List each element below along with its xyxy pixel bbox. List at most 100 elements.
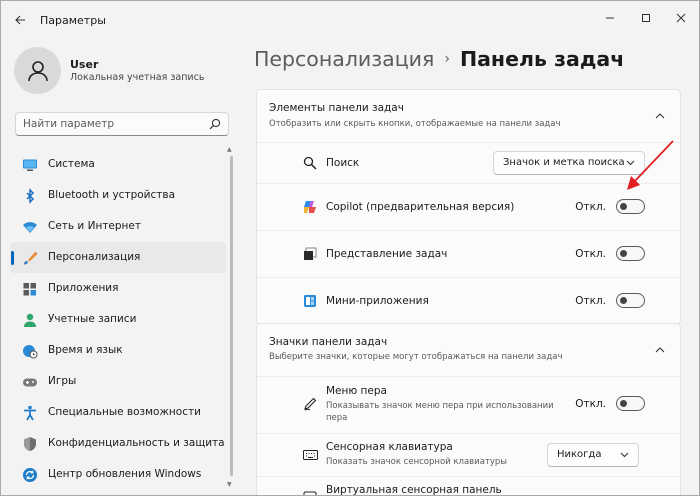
taskbar-icons-section: Значки панели задач Выберите значки, кот… (256, 323, 681, 496)
search-row: Поиск Значок и метка поиска (257, 143, 680, 184)
pen-menu-row: Меню пера Показывать значок меню пера пр… (257, 377, 680, 434)
search-placeholder: Найти параметр (23, 118, 114, 130)
sidebar-item-accessibility[interactable]: Специальные возможности (10, 397, 226, 428)
sidebar-item-privacy[interactable]: Конфиденциальность и защита (10, 428, 226, 459)
search-icon (302, 155, 318, 171)
pen-menu-toggle[interactable] (616, 396, 645, 411)
sidebar-item-accounts[interactable]: Учетные записи (10, 304, 226, 335)
sidebar-item-label: Персонализация (48, 251, 141, 263)
task-view-toggle[interactable] (616, 246, 645, 261)
update-icon (23, 468, 37, 482)
window-title: Параметры (40, 14, 106, 27)
globe-clock-icon (23, 345, 38, 359)
pen-icon (302, 396, 318, 412)
profile-account-type: Локальная учетная запись (70, 72, 205, 83)
row-label: Меню пера (326, 385, 387, 397)
dropdown-value: Значок и метка поиска (503, 157, 625, 168)
dropdown-value: Никогда (557, 449, 602, 460)
taskbar-items-section: Элементы панели задач Отобразить или скр… (256, 89, 681, 325)
chevron-up-icon[interactable] (655, 111, 665, 121)
taskbar-items-header[interactable]: Элементы панели задач Отобразить или скр… (257, 90, 680, 143)
row-label: Поиск (326, 157, 360, 169)
copilot-icon (302, 199, 318, 215)
row-label: Сенсорная клавиатура (326, 441, 453, 453)
maximize-button[interactable] (634, 7, 658, 29)
avatar[interactable] (14, 47, 61, 94)
chevron-down-icon (620, 452, 629, 458)
toggle-state-label: Откл. (575, 248, 606, 260)
scroll-up-arrow-icon[interactable]: ▲ (227, 146, 232, 153)
apps-icon (23, 283, 36, 296)
sidebar-item-personalization[interactable]: Персонализация (10, 242, 226, 273)
back-arrow-icon (15, 15, 25, 25)
widgets-row: Мини-приложения Откл. (257, 278, 680, 324)
sidebar-item-label: Приложения (48, 282, 119, 294)
row-label: Представление задач (326, 248, 448, 260)
section-title: Элементы панели задач (269, 102, 404, 114)
sidebar-item-label: Время и язык (48, 344, 123, 356)
sidebar-item-bluetooth[interactable]: Bluetooth и устройства (10, 180, 226, 211)
sidebar-nav: Система Bluetooth и устройства Сеть и Ин… (10, 149, 226, 490)
sidebar-item-network[interactable]: Сеть и Интернет (10, 211, 226, 242)
widgets-toggle[interactable] (616, 293, 645, 308)
row-label: Мини-приложения (326, 295, 429, 307)
sidebar-item-label: Сеть и Интернет (48, 220, 141, 232)
breadcrumb: Персонализация › Панель задач (254, 47, 624, 71)
copilot-row: Copilot (предварительная версия) Откл. (257, 184, 680, 231)
search-icon (209, 118, 221, 130)
profile-name: User (70, 58, 99, 71)
taskbar-icons-header[interactable]: Значки панели задач Выберите значки, кот… (257, 324, 680, 377)
touchpad-icon (302, 490, 318, 495)
maximize-icon (642, 14, 650, 22)
sidebar-item-gaming[interactable]: Игры (10, 366, 226, 397)
row-label: Виртуальная сенсорная панель (326, 484, 502, 496)
sidebar-item-label: Конфиденциальность и защита (48, 437, 225, 449)
sidebar-item-label: Bluetooth и устройства (48, 189, 175, 201)
row-description: Показать значок сенсорной клавиатуры (326, 457, 507, 467)
close-icon (676, 13, 686, 23)
title-bar: Параметры (1, 1, 699, 39)
sidebar-item-label: Специальные возможности (48, 406, 201, 418)
row-label: Copilot (предварительная версия) (326, 201, 515, 213)
page-title: Панель задач (459, 47, 625, 71)
sidebar-item-windows-update[interactable]: Центр обновления Windows (10, 459, 226, 490)
keyboard-icon (302, 447, 318, 463)
sidebar-item-system[interactable]: Система (10, 149, 226, 180)
minimize-button[interactable] (598, 7, 622, 29)
copilot-toggle[interactable] (616, 199, 645, 214)
back-button[interactable] (9, 9, 31, 31)
sidebar-item-label: Учетные записи (48, 313, 137, 325)
toggle-state-label: Откл. (575, 201, 606, 213)
toggle-state-label: Откл. (575, 398, 606, 410)
section-subtitle: Выберите значки, которые могут отображат… (269, 352, 563, 362)
monitor-icon (23, 159, 37, 171)
annotation-arrow-icon (627, 140, 674, 190)
task-view-icon (302, 246, 318, 262)
chevron-up-icon[interactable] (655, 345, 665, 355)
sidebar-item-label: Игры (48, 375, 77, 387)
close-button[interactable] (669, 7, 693, 29)
touch-keyboard-row: Сенсорная клавиатура Показать значок сен… (257, 434, 680, 477)
row-description: Показывать значок меню пера при использо… (326, 401, 554, 423)
search-input[interactable]: Найти параметр (15, 112, 229, 136)
gamepad-icon (23, 378, 37, 387)
user-icon (27, 60, 48, 81)
person-icon (24, 313, 36, 327)
widgets-icon (302, 293, 318, 309)
accessibility-icon (24, 405, 36, 421)
virtual-touchpad-row: Виртуальная сенсорная панель (257, 477, 680, 496)
sidebar-item-label: Система (48, 158, 95, 170)
breadcrumb-separator: › (444, 51, 450, 67)
breadcrumb-parent[interactable]: Персонализация (254, 47, 434, 71)
touch-keyboard-dropdown[interactable]: Никогда (547, 443, 639, 467)
toggle-state-label: Откл. (575, 295, 606, 307)
minimize-icon (606, 17, 614, 19)
sidebar-scrollbar[interactable] (230, 156, 233, 476)
scroll-down-arrow-icon[interactable]: ▼ (227, 481, 232, 488)
task-view-row: Представление задач Откл. (257, 231, 680, 278)
brush-icon (24, 251, 38, 265)
section-title: Значки панели задач (269, 336, 388, 348)
wifi-icon (23, 222, 37, 233)
sidebar-item-apps[interactable]: Приложения (10, 273, 226, 304)
sidebar-item-time-language[interactable]: Время и язык (10, 335, 226, 366)
